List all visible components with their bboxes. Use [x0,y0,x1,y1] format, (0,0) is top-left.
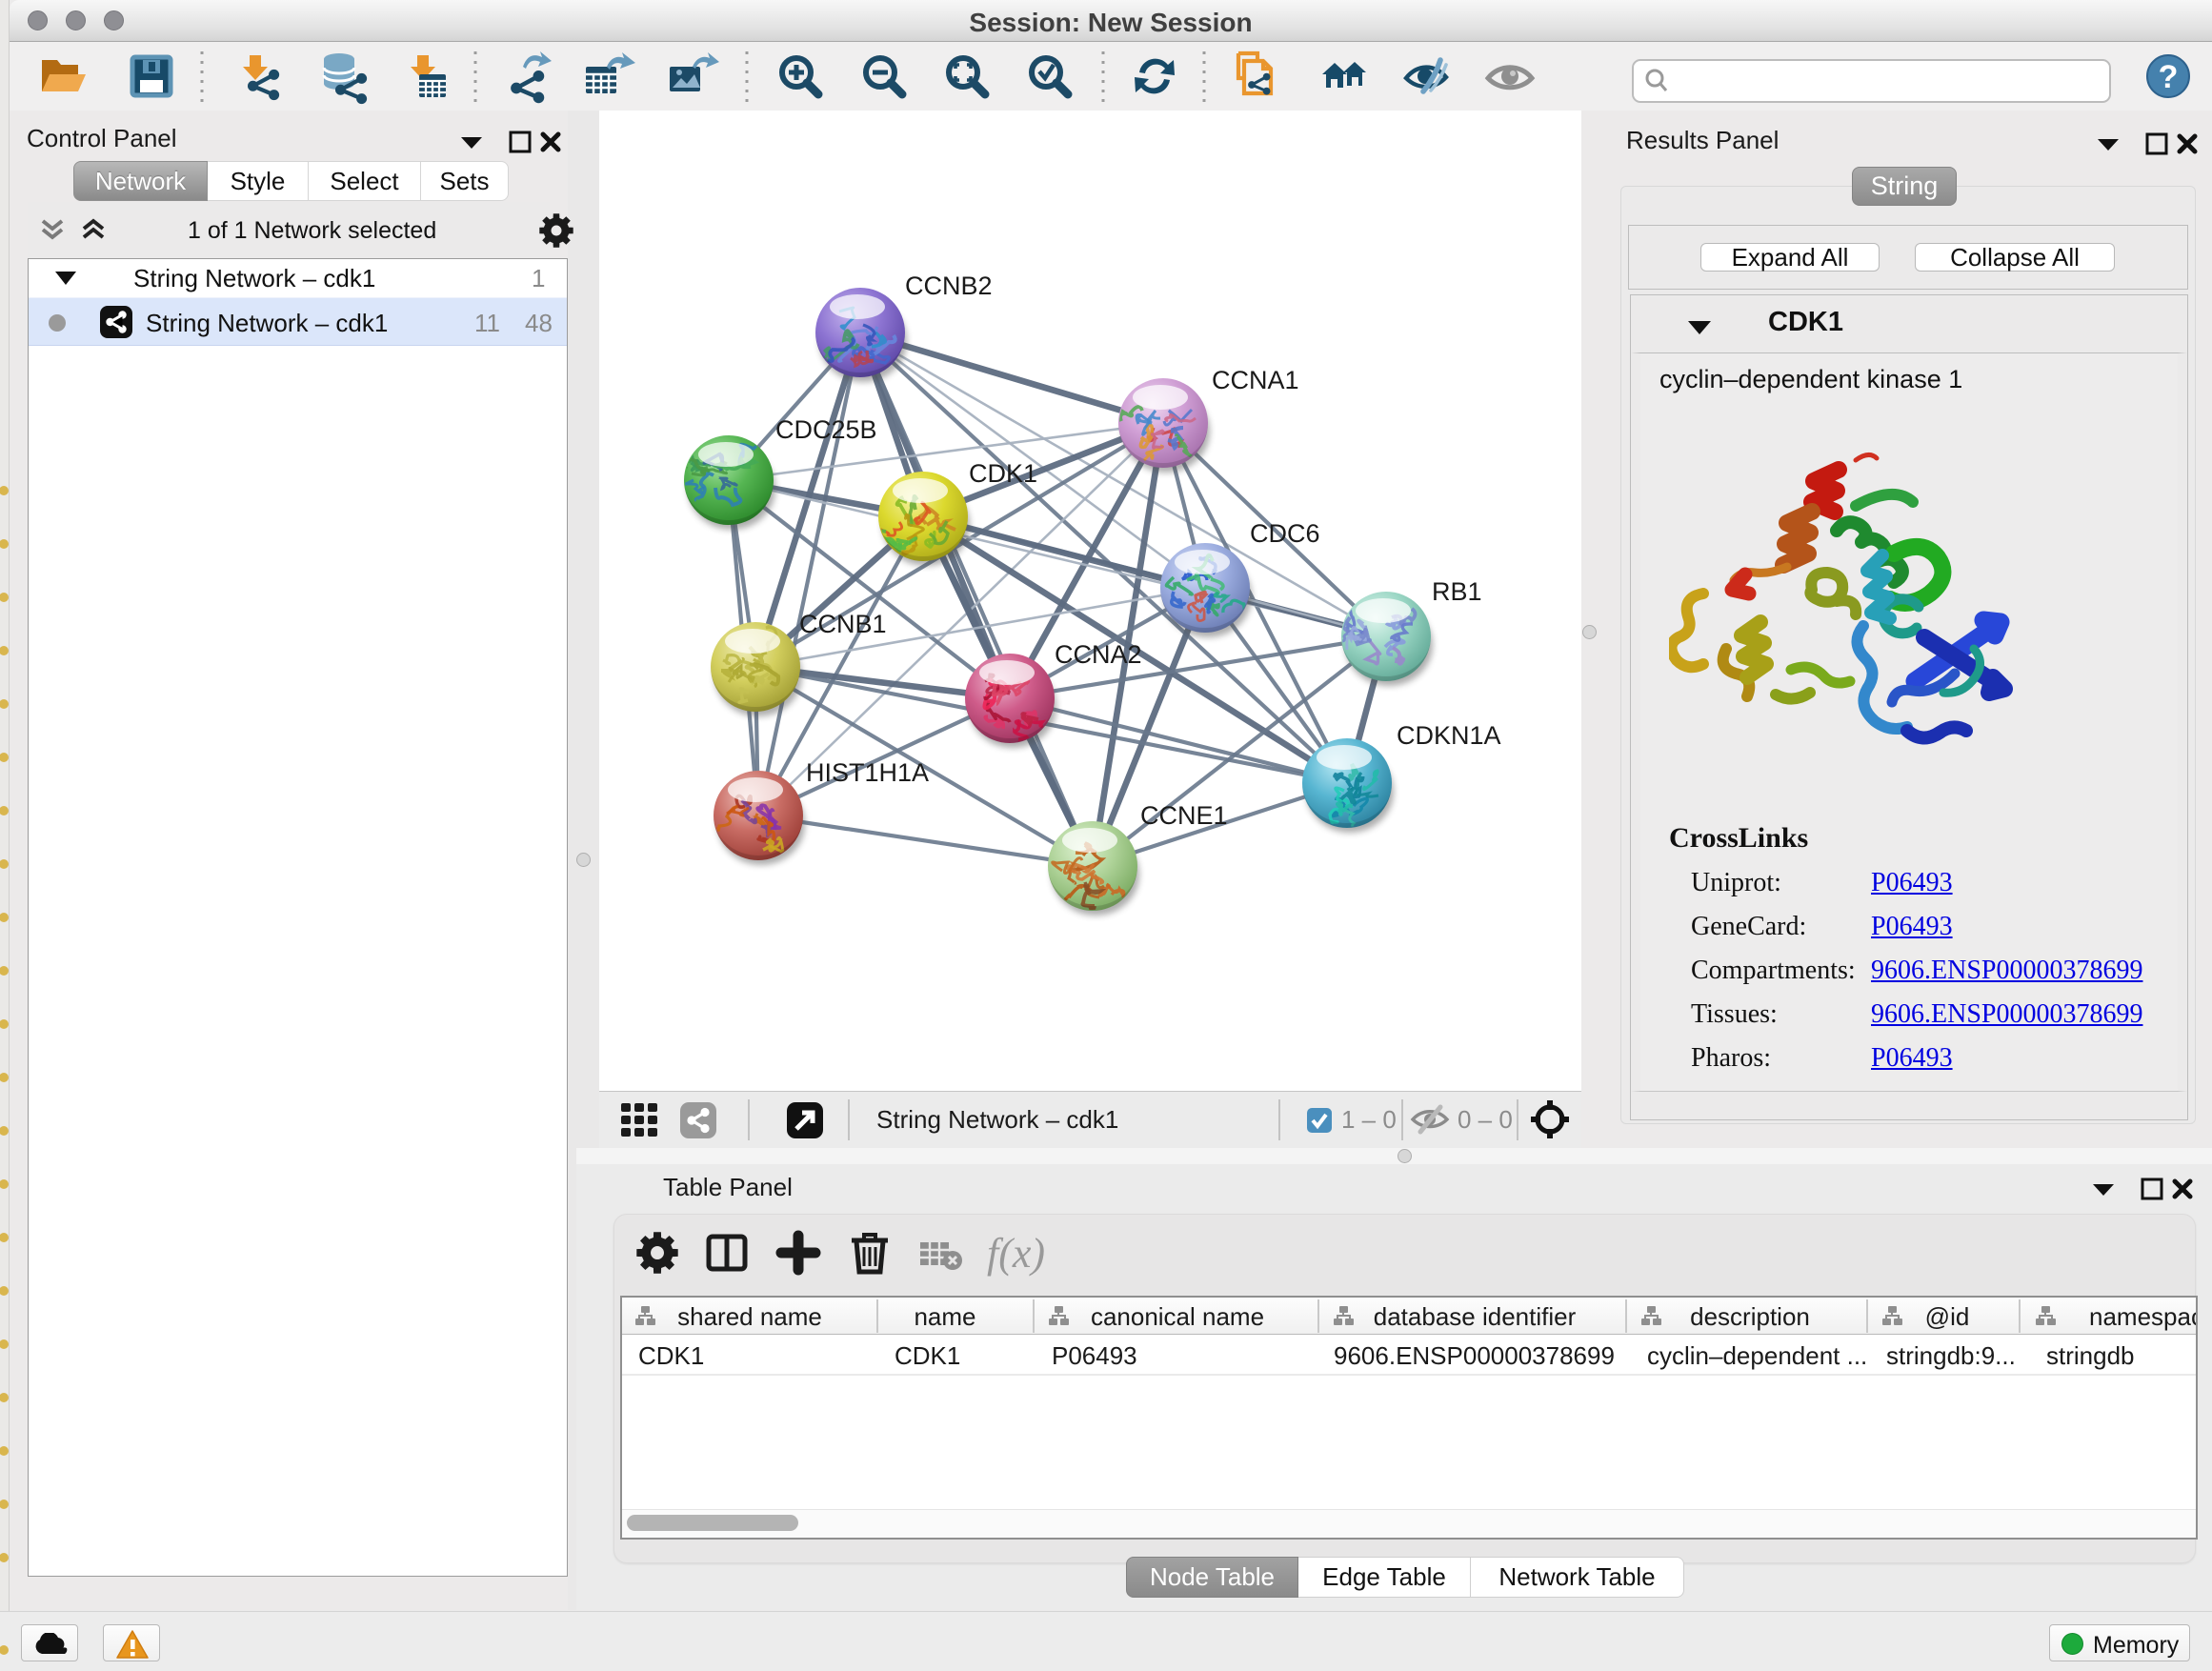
svg-text:stringdb: stringdb [2046,1341,2135,1370]
svg-text:CCNA2: CCNA2 [1055,640,1142,669]
svg-text:description: description [1690,1302,1810,1331]
svg-text:CDK1: CDK1 [638,1341,704,1370]
svg-text:P06493: P06493 [1052,1341,1137,1370]
svg-text:CDC25B: CDC25B [775,415,877,444]
svg-text:RB1: RB1 [1432,577,1482,606]
svg-text:String Network – cdk1: String Network – cdk1 [876,1105,1118,1134]
svg-text:CDK1: CDK1 [969,459,1037,488]
svg-text:1 – 0: 1 – 0 [1341,1105,1397,1134]
svg-text:CCNA1: CCNA1 [1212,366,1299,394]
svg-text:cyclin–dependent ...: cyclin–dependent ... [1647,1341,1867,1370]
svg-text:f(x): f(x) [987,1230,1045,1277]
svg-text:namespac: namespac [2089,1302,2196,1331]
svg-text:canonical name: canonical name [1091,1302,1264,1331]
svg-text:CDKN1A: CDKN1A [1397,721,1501,750]
svg-text:name: name [914,1302,975,1331]
svg-text:shared name: shared name [677,1302,822,1331]
svg-text:HIST1H1A: HIST1H1A [806,758,929,787]
svg-text:CCNE1: CCNE1 [1140,801,1228,830]
svg-text:CDK1: CDK1 [895,1341,960,1370]
svg-text:database identifier: database identifier [1374,1302,1577,1331]
svg-text:CCNB2: CCNB2 [905,272,993,300]
svg-text:9606.ENSP00000378699: 9606.ENSP00000378699 [1334,1341,1615,1370]
svg-text:?: ? [2159,59,2179,95]
svg-text:0 – 0: 0 – 0 [1458,1105,1513,1134]
svg-text:stringdb:9...: stringdb:9... [1886,1341,2016,1370]
svg-text:CCNB1: CCNB1 [799,610,887,638]
svg-text:CDC6: CDC6 [1250,519,1320,548]
svg-text:@id: @id [1925,1302,1970,1331]
